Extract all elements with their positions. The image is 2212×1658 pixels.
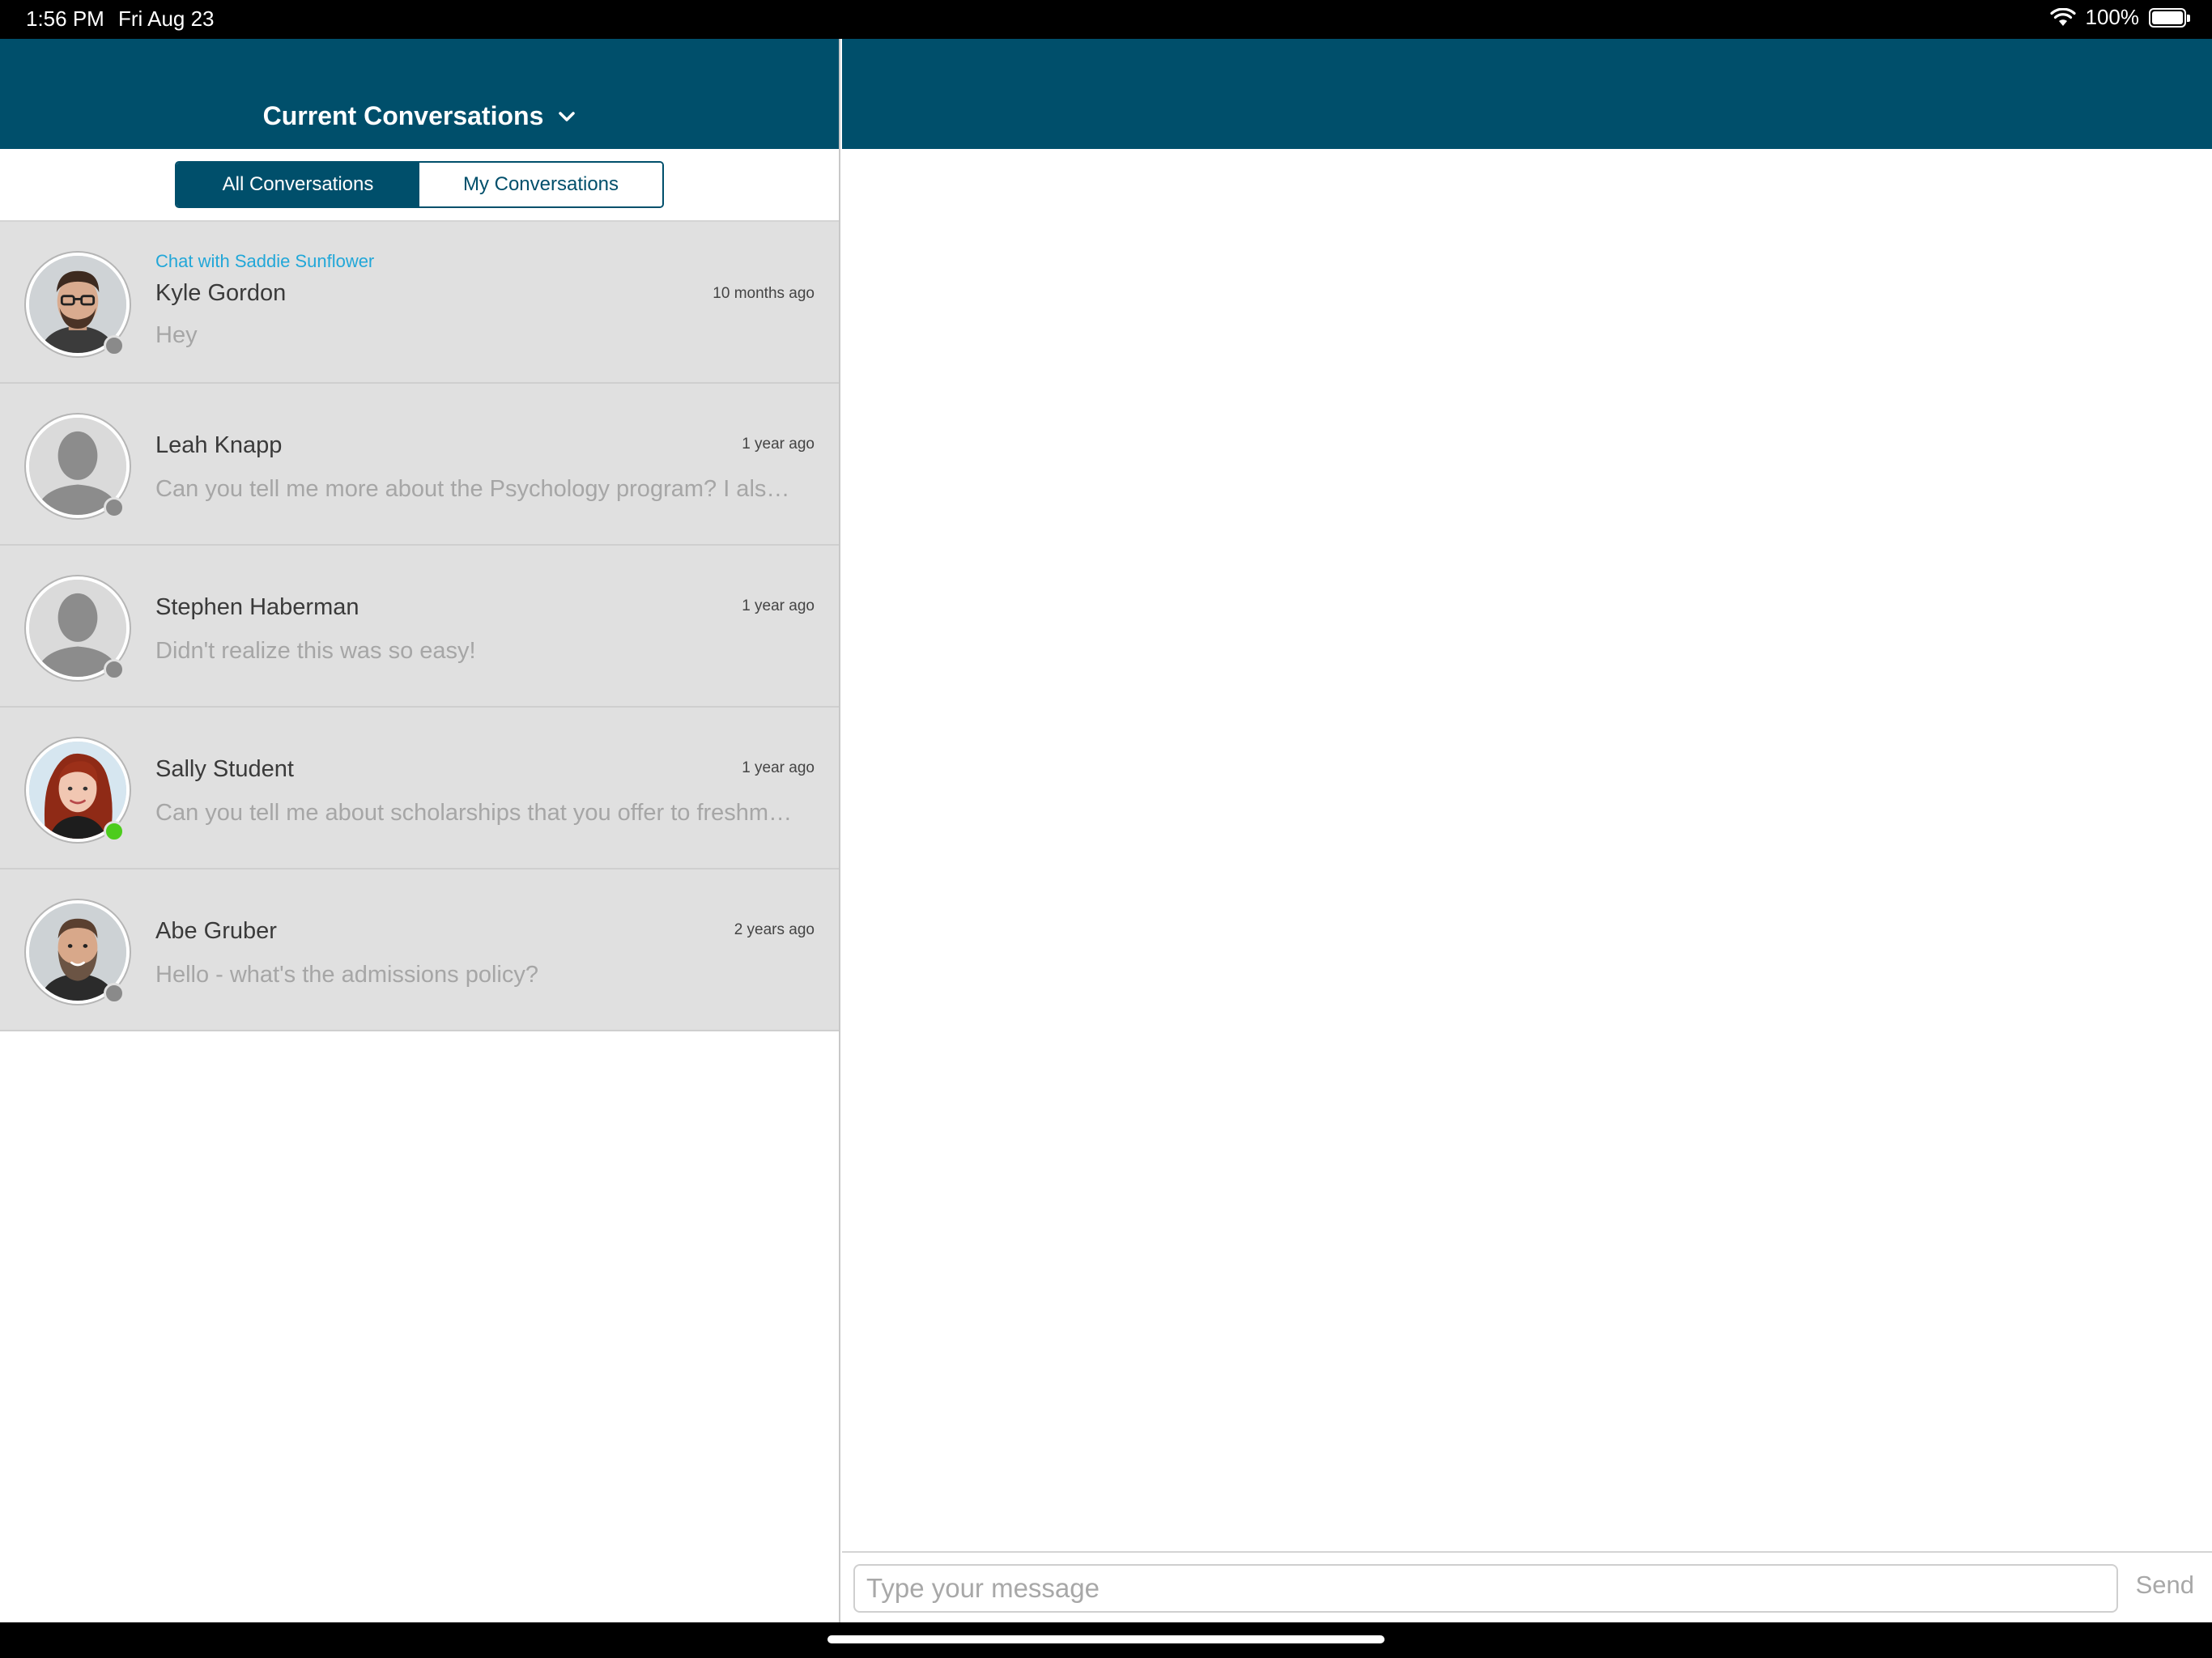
segment-bar: All Conversations My Conversations (0, 149, 839, 222)
message-preview: Can you tell me more about the Psycholog… (155, 476, 795, 502)
message-preview: Hello - what's the admissions policy? (155, 962, 538, 988)
chat-pane: Send (842, 39, 2212, 1622)
timestamp: 2 years ago (734, 921, 815, 938)
status-date: Fri Aug 23 (118, 6, 215, 31)
send-button[interactable]: Send (2136, 1571, 2194, 1600)
presence-offline-indicator (104, 983, 125, 1004)
list-header: Current Conversations (0, 39, 839, 149)
timestamp: 1 year ago (742, 436, 815, 453)
presence-offline-indicator (104, 497, 125, 518)
conversation-list: Chat with Saddie Sunflower Kyle Gordon 1… (0, 222, 839, 1031)
timestamp: 1 year ago (742, 759, 815, 776)
presence-online-indicator (104, 821, 125, 842)
conversation-row[interactable]: Stephen Haberman 1 year ago Didn't reali… (0, 546, 839, 708)
message-area (842, 149, 2212, 1550)
tab-my-conversations[interactable]: My Conversations (419, 163, 662, 206)
status-time: 1:56 PM (26, 6, 104, 31)
contact-name: Leah Knapp (155, 432, 283, 458)
tab-all-conversations[interactable]: All Conversations (177, 163, 419, 206)
conversation-row[interactable]: Chat with Saddie Sunflower Kyle Gordon 1… (0, 222, 839, 384)
app: Current Conversations All Conversations … (0, 39, 2212, 1622)
contact-name: Kyle Gordon (155, 280, 287, 306)
battery-percent: 100% (2085, 5, 2140, 29)
battery-icon (2149, 7, 2190, 28)
chat-header (842, 39, 2212, 149)
chevron-down-icon (559, 111, 576, 121)
conversation-row[interactable]: Sally Student 1 year ago Can you tell me… (0, 708, 839, 869)
conversation-list-pane: Current Conversations All Conversations … (0, 39, 840, 1622)
status-indicators: 100% (2049, 5, 2190, 30)
timestamp: 10 months ago (713, 285, 815, 302)
message-input[interactable] (853, 1564, 2118, 1613)
message-preview: Didn't realize this was so easy! (155, 638, 476, 664)
wifi-icon (2049, 7, 2076, 26)
home-indicator[interactable] (827, 1635, 1385, 1643)
contact-name: Stephen Haberman (155, 594, 359, 620)
status-bar: 1:56 PM Fri Aug 23 100% (0, 0, 2212, 39)
page-title: Current Conversations (262, 101, 544, 130)
contact-name: Abe Gruber (155, 918, 277, 944)
message-preview: Hey (155, 322, 198, 348)
timestamp: 1 year ago (742, 597, 815, 614)
contact-name: Sally Student (155, 756, 294, 782)
message-preview: Can you tell me about scholarships that … (155, 800, 795, 826)
conversation-row[interactable]: Leah Knapp 1 year ago Can you tell me mo… (0, 384, 839, 546)
conversation-filter-dropdown[interactable]: Current Conversations (263, 101, 576, 131)
presence-offline-indicator (104, 659, 125, 680)
message-composer: Send (842, 1551, 2212, 1622)
chat-with-label: Chat with Saddie Sunflower (155, 251, 375, 271)
conversation-row[interactable]: Abe Gruber 2 years ago Hello - what's th… (0, 869, 839, 1031)
presence-offline-indicator (104, 335, 125, 356)
segmented-control: All Conversations My Conversations (175, 161, 664, 208)
